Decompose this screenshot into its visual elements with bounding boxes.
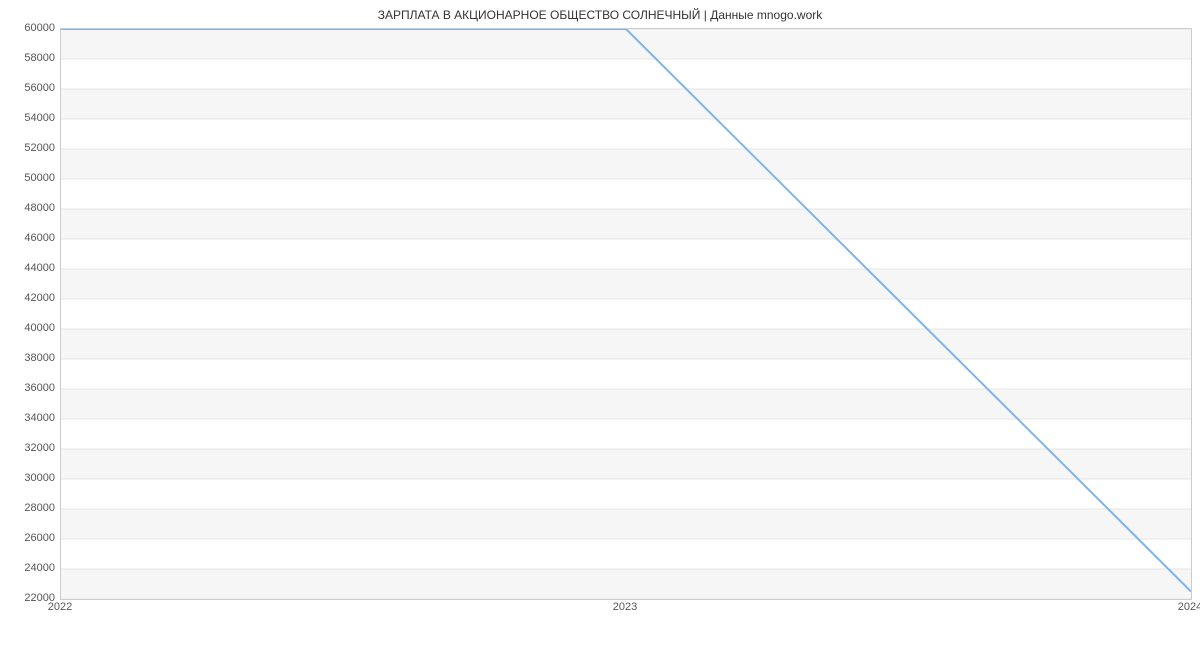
plot-svg xyxy=(61,29,1191,599)
chart-title: ЗАРПЛАТА В АКЦИОНАРНОЕ ОБЩЕСТВО СОЛНЕЧНЫ… xyxy=(0,8,1200,22)
y-tick-label: 58000 xyxy=(0,52,55,64)
y-tick-label: 26000 xyxy=(0,532,55,544)
x-tick-label: 2024 xyxy=(1178,601,1200,613)
y-tick-label: 60000 xyxy=(0,22,55,34)
y-tick-label: 46000 xyxy=(0,232,55,244)
y-tick-label: 24000 xyxy=(0,562,55,574)
y-tick-label: 28000 xyxy=(0,502,55,514)
y-tick-label: 50000 xyxy=(0,172,55,184)
y-tick-label: 32000 xyxy=(0,442,55,454)
y-tick-label: 22000 xyxy=(0,592,55,604)
y-tick-label: 38000 xyxy=(0,352,55,364)
y-tick-label: 48000 xyxy=(0,202,55,214)
y-tick-label: 30000 xyxy=(0,472,55,484)
y-tick-label: 36000 xyxy=(0,382,55,394)
y-tick-label: 44000 xyxy=(0,262,55,274)
y-tick-label: 56000 xyxy=(0,82,55,94)
x-tick-label: 2022 xyxy=(48,601,72,613)
y-tick-label: 52000 xyxy=(0,142,55,154)
x-tick-label: 2023 xyxy=(613,601,637,613)
plot-area xyxy=(60,28,1192,600)
y-tick-label: 40000 xyxy=(0,322,55,334)
y-tick-label: 54000 xyxy=(0,112,55,124)
chart-container: ЗАРПЛАТА В АКЦИОНАРНОЕ ОБЩЕСТВО СОЛНЕЧНЫ… xyxy=(0,0,1200,650)
y-tick-label: 34000 xyxy=(0,412,55,424)
y-tick-label: 42000 xyxy=(0,292,55,304)
